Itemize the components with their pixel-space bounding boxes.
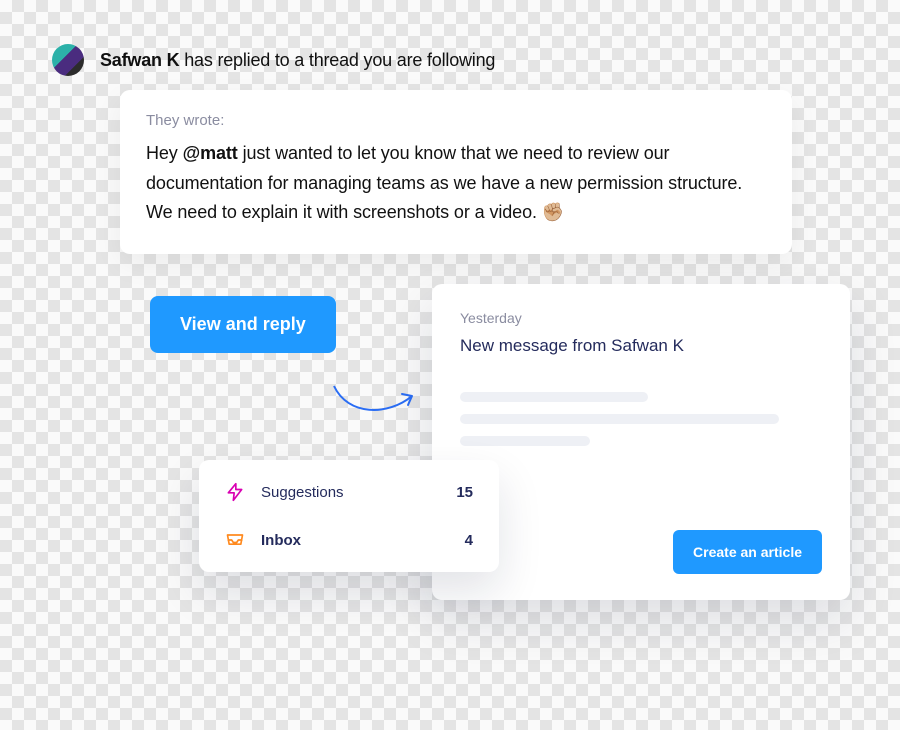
notification-suffix: has replied to a thread you are followin… bbox=[179, 50, 495, 70]
view-reply-button[interactable]: View and reply bbox=[150, 296, 336, 353]
quote-label: They wrote: bbox=[146, 112, 766, 129]
skeleton-line bbox=[460, 436, 590, 446]
skeleton-line bbox=[460, 392, 648, 402]
quote-body: Hey @matt just wanted to let you know th… bbox=[146, 139, 766, 228]
sidebar-item-label: Inbox bbox=[261, 532, 449, 549]
sidebar-item-count: 4 bbox=[465, 532, 473, 549]
sidebar-item-count: 15 bbox=[456, 484, 473, 501]
quote-body-prefix: Hey bbox=[146, 143, 183, 163]
skeleton-line bbox=[460, 414, 779, 424]
create-article-button[interactable]: Create an article bbox=[673, 530, 822, 574]
sidebar-item-suggestions[interactable]: Suggestions 15 bbox=[199, 468, 499, 516]
sidebar-card: Suggestions 15 Inbox 4 bbox=[199, 460, 499, 572]
avatar bbox=[52, 44, 84, 76]
mention[interactable]: @matt bbox=[183, 143, 238, 163]
lightning-icon bbox=[225, 482, 245, 502]
sidebar-item-label: Suggestions bbox=[261, 484, 440, 501]
arrow-illustration bbox=[330, 382, 420, 422]
notification-author: Safwan K bbox=[100, 50, 179, 70]
inbox-icon bbox=[225, 530, 245, 550]
sidebar-item-inbox[interactable]: Inbox 4 bbox=[199, 516, 499, 564]
quote-card: They wrote: Hey @matt just wanted to let… bbox=[120, 90, 792, 254]
notification-text: Safwan K has replied to a thread you are… bbox=[100, 50, 495, 71]
notification-header: Safwan K has replied to a thread you are… bbox=[52, 44, 495, 76]
inbox-message-title: New message from Safwan K bbox=[460, 336, 822, 356]
inbox-date-label: Yesterday bbox=[460, 310, 822, 326]
